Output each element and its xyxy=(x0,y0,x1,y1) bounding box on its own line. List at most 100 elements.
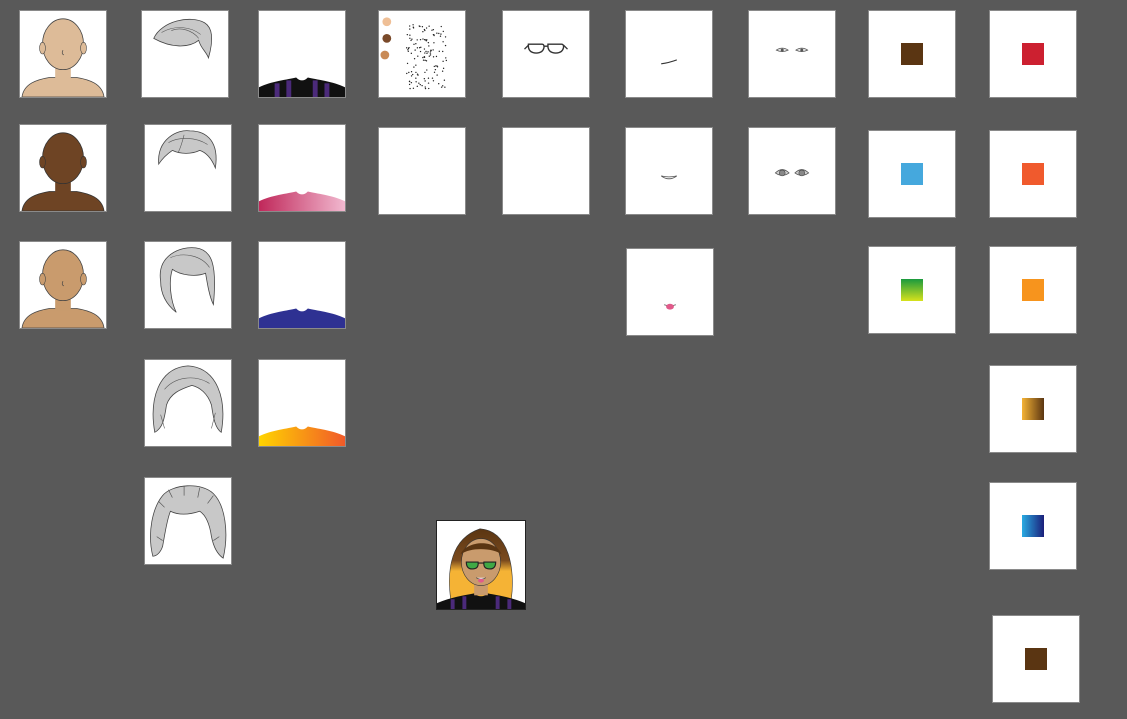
orange-red-swatch xyxy=(1022,163,1044,185)
freckle-dot xyxy=(433,71,436,73)
hair-style-side-swept-long[interactable] xyxy=(144,241,232,329)
mouth-option-smirk[interactable] xyxy=(625,10,713,98)
freckle-dot xyxy=(424,86,426,88)
freckle-dot xyxy=(436,32,438,34)
freckle-dot xyxy=(427,82,430,84)
freckle-dot xyxy=(427,41,430,44)
freckles-icon xyxy=(380,17,448,90)
shirt-option-pink[interactable] xyxy=(258,124,346,212)
freckle-dot xyxy=(440,86,443,88)
freckle-dot xyxy=(442,67,445,70)
freckle-color-dot xyxy=(382,33,392,43)
mouth-option-tongue[interactable] xyxy=(626,248,714,336)
freckle-dot xyxy=(440,25,442,28)
avatar-portrait-icon xyxy=(437,528,525,609)
freckle-dot xyxy=(412,73,414,76)
freckle-dot xyxy=(416,47,419,49)
freckle-dot xyxy=(420,46,422,48)
glasses-none-option[interactable] xyxy=(502,127,590,215)
orange-swatch xyxy=(1022,279,1044,301)
freckle-dot xyxy=(415,81,417,83)
freckle-dot xyxy=(432,80,435,82)
mouth-smirk-icon xyxy=(661,59,678,65)
freckle-color-dot xyxy=(380,50,390,60)
freckle-dot xyxy=(442,50,444,53)
freckle-dot xyxy=(423,78,426,80)
freckle-dot xyxy=(418,82,420,84)
freckle-dot xyxy=(433,42,435,44)
ombre-swatch xyxy=(1022,398,1044,420)
freckle-dot xyxy=(410,81,413,84)
bust-dark-icon xyxy=(21,132,105,211)
freckle-dot xyxy=(442,60,444,63)
eyes-option-round[interactable] xyxy=(748,127,836,215)
freckle-dot xyxy=(419,50,422,53)
freckle-dot xyxy=(414,49,416,51)
freckle-dot xyxy=(427,77,430,79)
freckle-dot xyxy=(433,65,435,68)
hair-color-ombre-option[interactable] xyxy=(989,365,1077,453)
freckles-option[interactable] xyxy=(378,10,466,98)
freckle-dot xyxy=(415,77,417,79)
freckle-dot xyxy=(435,65,437,67)
freckle-dot xyxy=(407,47,410,50)
freckle-dot xyxy=(413,43,415,46)
extra-brown-swatch-option[interactable] xyxy=(992,615,1080,703)
freckle-dot xyxy=(444,36,447,38)
shirt-option-navy[interactable] xyxy=(258,241,346,329)
freckle-dot xyxy=(410,39,412,42)
hair-messy-long-icon xyxy=(150,485,227,559)
mouth-option-smile[interactable] xyxy=(625,127,713,215)
hair-color-orange-option[interactable] xyxy=(989,246,1077,334)
hair-style-bob[interactable] xyxy=(144,359,232,447)
hair-style-swept-short[interactable] xyxy=(141,10,229,98)
freckle-dot xyxy=(410,71,413,73)
freckle-dot xyxy=(428,55,431,57)
shirt-option-striped[interactable] xyxy=(258,10,346,98)
eye-color-blue-option[interactable] xyxy=(868,130,956,218)
freckle-dot xyxy=(425,40,427,42)
freckle-dot xyxy=(432,49,434,51)
freckle-dot xyxy=(410,75,413,77)
freckle-dot xyxy=(423,28,426,31)
eyes-option-narrow[interactable] xyxy=(748,10,836,98)
freckle-dot xyxy=(434,68,437,71)
skin-option-tan[interactable] xyxy=(19,241,107,329)
freckle-dot xyxy=(442,85,444,87)
eye-color-brown-option[interactable] xyxy=(868,10,956,98)
freckle-dot xyxy=(436,74,438,76)
freckle-dot xyxy=(409,25,411,27)
hair-swept-short-icon xyxy=(153,19,213,60)
freckle-dot xyxy=(418,47,421,49)
skin-option-dark[interactable] xyxy=(19,124,107,212)
freckle-dot xyxy=(415,43,417,45)
freckle-dot xyxy=(444,44,447,47)
freckle-dot xyxy=(424,71,426,74)
glasses-option-round[interactable] xyxy=(502,10,590,98)
eye-color-green-option[interactable] xyxy=(868,246,956,334)
freckle-dot xyxy=(405,47,408,49)
freckle-dot xyxy=(421,26,424,28)
hair-color-orange-red-option[interactable] xyxy=(989,130,1077,218)
freckle-dot xyxy=(427,51,429,53)
hair-color-red-option[interactable] xyxy=(989,10,1077,98)
shirt-option-yellow-orange[interactable] xyxy=(258,359,346,447)
freckles-none-option[interactable] xyxy=(378,127,466,215)
freckle-dot xyxy=(440,33,442,35)
freckle-dot xyxy=(410,52,413,54)
shirt-pink-icon xyxy=(259,191,345,211)
hair-style-short-parted[interactable] xyxy=(144,124,232,212)
hair-color-blue-gradient-option[interactable] xyxy=(989,482,1077,570)
freckle-dot xyxy=(422,56,424,59)
shirt-striped-icon xyxy=(259,77,345,97)
freckle-dot xyxy=(416,39,418,41)
skin-option-light[interactable] xyxy=(19,10,107,98)
hair-style-messy-long[interactable] xyxy=(144,477,232,565)
mouth-smile-icon xyxy=(660,175,678,180)
freckle-dot xyxy=(409,87,411,90)
freckle-dot xyxy=(428,45,430,47)
bust-light-icon xyxy=(21,18,105,97)
freckle-dot xyxy=(432,28,435,31)
brown-swatch xyxy=(1025,648,1047,670)
eyes-narrow-icon xyxy=(775,47,809,52)
